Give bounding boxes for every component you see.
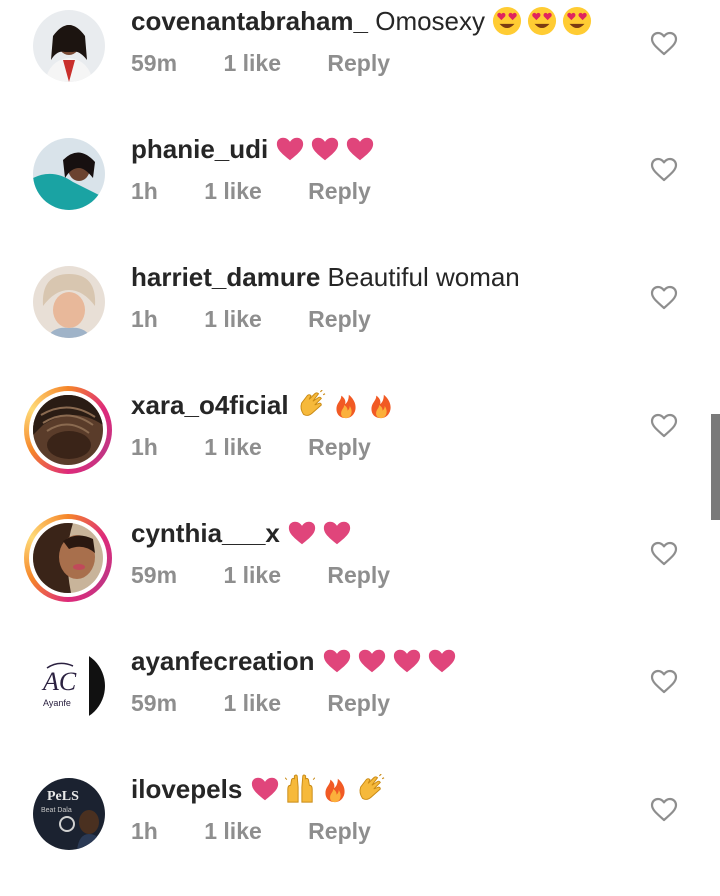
comment-text-line: ayanfecreation bbox=[131, 644, 462, 678]
comment-meta: 59m 1 like Reply bbox=[131, 562, 390, 589]
comment-username[interactable]: phanie_udi bbox=[131, 134, 268, 164]
fire-emoji bbox=[320, 774, 350, 804]
comment-likes[interactable]: 1 like bbox=[204, 178, 262, 205]
heart-eyes-emoji bbox=[527, 6, 557, 36]
comment-likes[interactable]: 1 like bbox=[204, 434, 262, 461]
comment-item: covenantabraham_ Omosexy 59m 1 like Repl… bbox=[0, 0, 720, 128]
pink-heart-emoji bbox=[250, 774, 280, 804]
pink-heart-emoji bbox=[275, 134, 305, 164]
comment-meta: 1h 1 like Reply bbox=[131, 434, 371, 461]
fire-emoji bbox=[366, 390, 396, 420]
comment-text-line: cynthia___x bbox=[131, 516, 357, 550]
comment-meta: 59m 1 like Reply bbox=[131, 50, 390, 77]
comment-item: AC Ayanfe ayanfecreation 59m 1 like Repl… bbox=[0, 640, 720, 768]
reply-button[interactable]: Reply bbox=[308, 818, 371, 845]
avatar bbox=[33, 523, 103, 593]
raising-hands-emoji bbox=[284, 774, 315, 804]
fire-emoji bbox=[331, 390, 361, 420]
comment-likes[interactable]: 1 like bbox=[204, 818, 262, 845]
avatar-logo-text: PeLS bbox=[47, 789, 79, 804]
comment-likes[interactable]: 1 like bbox=[223, 562, 281, 589]
comment-username[interactable]: ilovepels bbox=[131, 774, 242, 804]
avatar-image bbox=[33, 395, 103, 465]
comment-text-line: covenantabraham_ Omosexy bbox=[131, 4, 597, 38]
heart-outline-icon[interactable] bbox=[650, 156, 678, 184]
comment-item: phanie_udi 1h 1 like Reply bbox=[0, 128, 720, 256]
comment-likes[interactable]: 1 like bbox=[204, 306, 262, 333]
comment-meta: 1h 1 like Reply bbox=[131, 178, 371, 205]
comment-text-line: harriet_damure Beautiful woman bbox=[131, 260, 520, 294]
comment-text-line: xara_o4ficial bbox=[131, 388, 401, 422]
pink-heart-emoji bbox=[427, 646, 457, 676]
reply-button[interactable]: Reply bbox=[327, 562, 390, 589]
reply-button[interactable]: Reply bbox=[308, 434, 371, 461]
reply-button[interactable]: Reply bbox=[308, 306, 371, 333]
avatar-story-ring[interactable] bbox=[24, 514, 112, 602]
avatar-image: PeLS Beat Dala bbox=[33, 778, 105, 850]
avatar[interactable] bbox=[33, 138, 105, 210]
avatar-story-ring[interactable] bbox=[24, 386, 112, 474]
comment-time: 1h bbox=[131, 306, 158, 332]
avatar-image bbox=[33, 523, 103, 593]
comment-text: Omosexy bbox=[375, 6, 486, 36]
pink-heart-emoji bbox=[322, 518, 352, 548]
comment-likes[interactable]: 1 like bbox=[223, 50, 281, 77]
comment-time: 1h bbox=[131, 818, 158, 844]
pink-heart-emoji bbox=[322, 646, 352, 676]
comment-username[interactable]: covenantabraham_ bbox=[131, 6, 368, 36]
avatar-image bbox=[33, 266, 105, 338]
comment-text: Beautiful woman bbox=[327, 262, 520, 292]
clapping-hands-emoji bbox=[296, 390, 326, 420]
comment-username[interactable]: harriet_damure bbox=[131, 262, 320, 292]
avatar[interactable]: PeLS Beat Dala bbox=[33, 778, 105, 850]
comment-likes[interactable]: 1 like bbox=[223, 690, 281, 717]
comment-meta: 1h 1 like Reply bbox=[131, 818, 371, 845]
avatar-logo-subtext: Beat Dala bbox=[41, 807, 72, 814]
comment-time: 1h bbox=[131, 434, 158, 460]
heart-outline-icon[interactable] bbox=[650, 412, 678, 440]
pink-heart-emoji bbox=[287, 518, 317, 548]
comment-item: harriet_damure Beautiful woman 1h 1 like… bbox=[0, 256, 720, 384]
comment-meta: 1h 1 like Reply bbox=[131, 306, 371, 333]
avatar-logo-text: AC bbox=[41, 667, 77, 696]
heart-outline-icon[interactable] bbox=[650, 796, 678, 824]
comment-time: 59m bbox=[131, 50, 178, 76]
comment-text-line: ilovepels bbox=[131, 772, 390, 806]
comment-username[interactable]: xara_o4ficial bbox=[131, 390, 289, 420]
comment-username[interactable]: ayanfecreation bbox=[131, 646, 315, 676]
comment-text-line: phanie_udi bbox=[131, 132, 380, 166]
avatar-image bbox=[33, 10, 105, 82]
pink-heart-emoji bbox=[392, 646, 422, 676]
comment-username[interactable]: cynthia___x bbox=[131, 518, 280, 548]
pink-heart-emoji bbox=[357, 646, 387, 676]
comment-item: xara_o4ficial 1h 1 like Reply bbox=[0, 384, 720, 512]
avatar-image: AC Ayanfe bbox=[33, 650, 105, 722]
reply-button[interactable]: Reply bbox=[308, 178, 371, 205]
avatar-logo-subtext: Ayanfe bbox=[43, 698, 71, 708]
comment-time: 59m bbox=[131, 690, 178, 716]
heart-outline-icon[interactable] bbox=[650, 540, 678, 568]
comment-time: 1h bbox=[131, 178, 158, 204]
comment-item: PeLS Beat Dala ilovepels 1h 1 like Reply bbox=[0, 768, 720, 896]
heart-outline-icon[interactable] bbox=[650, 668, 678, 696]
heart-eyes-emoji bbox=[492, 6, 522, 36]
pink-heart-emoji bbox=[310, 134, 340, 164]
pink-heart-emoji bbox=[345, 134, 375, 164]
avatar[interactable] bbox=[33, 266, 105, 338]
scrollbar-thumb[interactable] bbox=[711, 414, 720, 520]
heart-eyes-emoji bbox=[562, 6, 592, 36]
avatar[interactable]: AC Ayanfe bbox=[33, 650, 105, 722]
comment-time: 59m bbox=[131, 562, 178, 588]
comment-item: cynthia___x 59m 1 like Reply bbox=[0, 512, 720, 640]
comment-meta: 59m 1 like Reply bbox=[131, 690, 390, 717]
avatar-image bbox=[33, 138, 105, 210]
reply-button[interactable]: Reply bbox=[327, 50, 390, 77]
heart-outline-icon[interactable] bbox=[650, 284, 678, 312]
heart-outline-icon[interactable] bbox=[650, 30, 678, 58]
avatar bbox=[33, 395, 103, 465]
reply-button[interactable]: Reply bbox=[327, 690, 390, 717]
avatar[interactable] bbox=[33, 10, 105, 82]
clapping-hands-emoji bbox=[355, 774, 385, 804]
